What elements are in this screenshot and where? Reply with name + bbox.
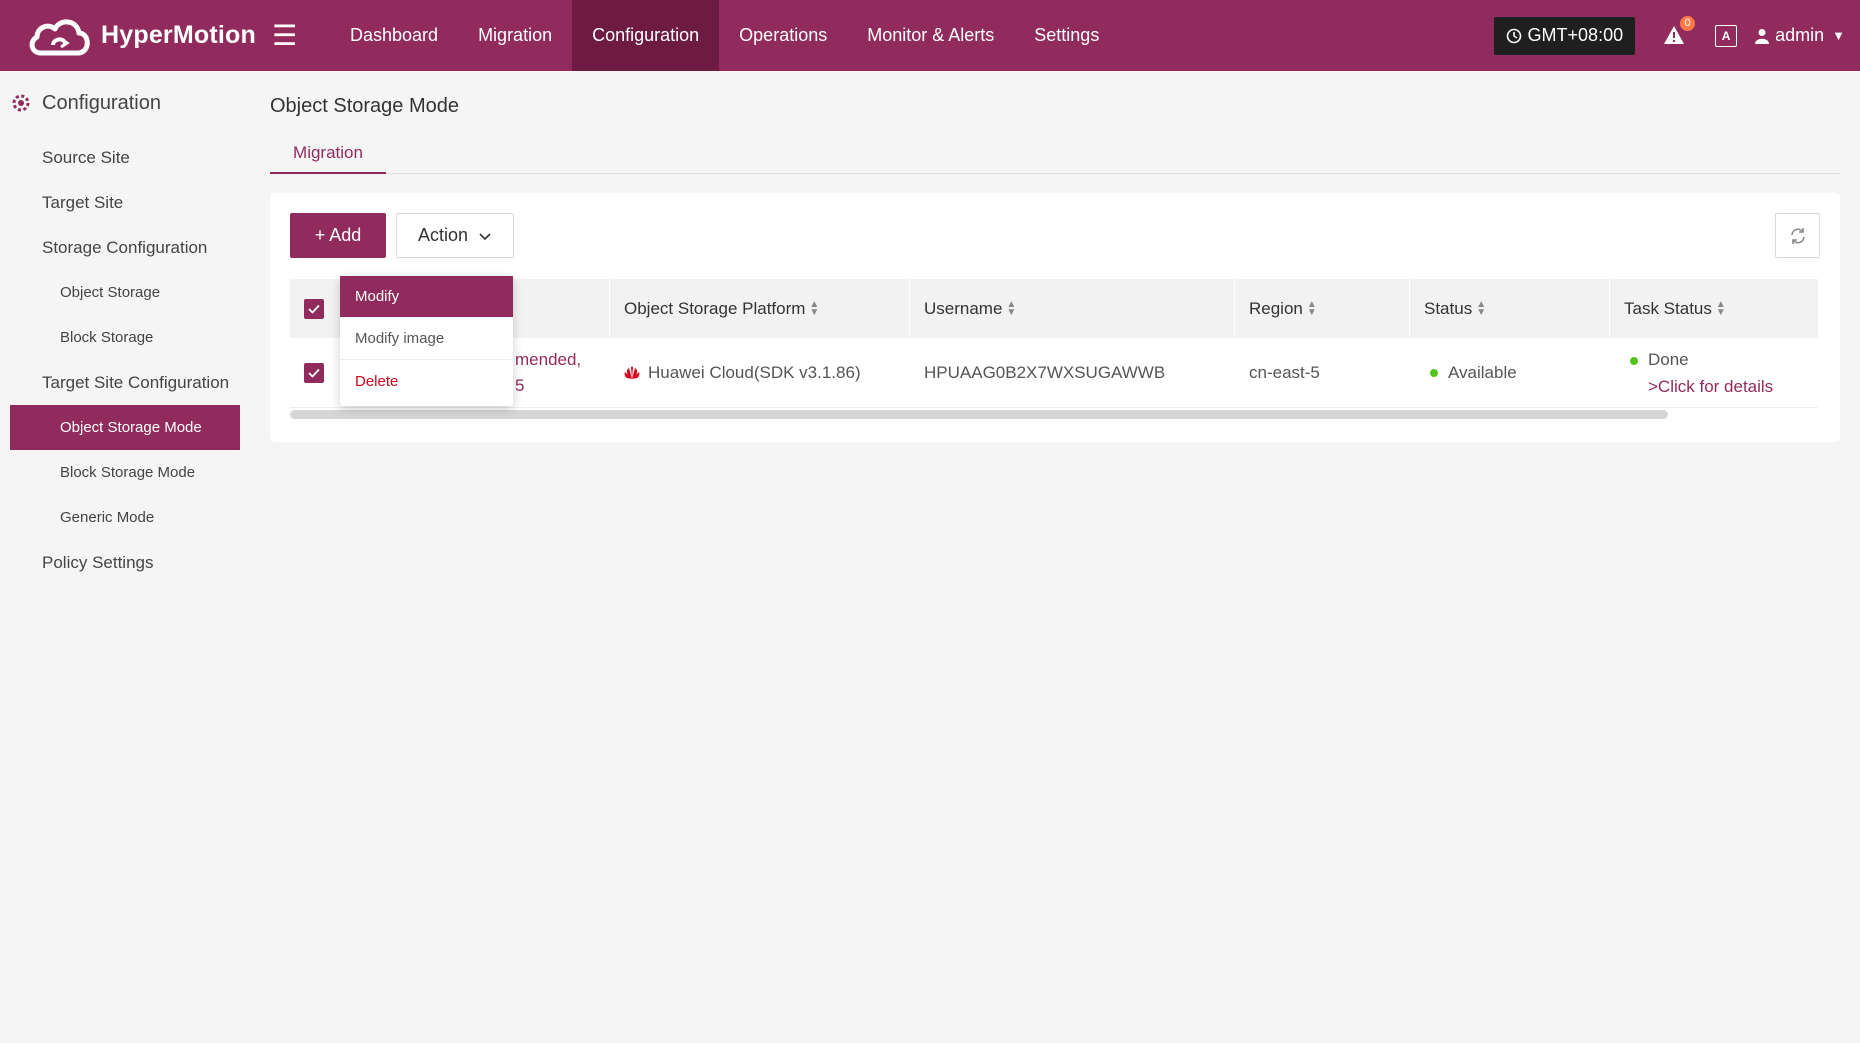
nav-dashboard[interactable]: Dashboard [330,0,458,71]
task-details-link[interactable]: >Click for details [1648,373,1773,400]
sort-icon: ▲ ▼ [809,298,820,318]
sidebar-item-object-storage[interactable]: Object Storage [0,270,240,315]
tab-bar: Migration [270,137,1840,174]
th-username-label: Username [924,298,1003,318]
sort-icon: ▲ ▼ [1715,298,1726,318]
sidebar-item-generic-mode[interactable]: Generic Mode [0,495,240,540]
row-checkbox-cell [304,362,324,383]
task-status-dot [1630,356,1638,365]
nav-migration[interactable]: Migration [458,0,572,71]
th-task-status-label: Task Status [1624,298,1712,318]
select-all-checkbox-cell [304,298,324,319]
th-status-label: Status [1424,298,1473,318]
nav-operations[interactable]: Operations [719,0,847,71]
table-header: Object Storage Platform ▲ ▼ Username ▲ ▼ R… [290,279,1818,338]
tab-migration[interactable]: Migration [270,137,386,174]
menu-item-delete[interactable]: Delete [340,360,513,402]
column-separator [1234,279,1235,338]
sidebar-item-policy-settings[interactable]: Policy Settings [0,540,240,585]
storage-table: Object Storage Platform ▲ ▼ Username ▲ ▼ R… [290,279,1818,419]
sidebar-item-target-site-configuration[interactable]: Target Site Configuration [0,360,240,405]
sidebar-item-storage-configuration[interactable]: Storage Configuration [0,225,240,270]
table-row[interactable]: mended, 5 Huawei Cloud(SDK v3.1.86) HPUA… [290,338,1818,408]
sidebar-item-block-storage[interactable]: Block Storage [0,315,240,360]
sidebar-item-object-storage-mode[interactable]: Object Storage Mode [10,405,240,450]
nav-settings[interactable]: Settings [1014,0,1119,71]
main-nav: Dashboard Migration Configuration Operat… [330,0,1119,71]
task-status-done: Done [1630,346,1689,373]
row-checkbox[interactable] [304,362,324,383]
column-separator [609,279,610,338]
sort-icon: ▲ ▼ [1476,298,1487,318]
row-task-status: Done >Click for details [1630,346,1773,400]
horizontal-scrollbar[interactable] [290,410,1668,419]
row-name-line1: mended, [515,349,582,369]
top-right-tools: GMT+08:00 0 A admin ▼ [1493,0,1860,71]
check-icon [308,368,320,378]
sort-icon: ▲ ▼ [1306,298,1317,318]
select-all-checkbox[interactable] [304,298,324,319]
status-dot [1430,368,1438,377]
sidebar-item-block-storage-mode[interactable]: Block Storage Mode [0,450,240,495]
refresh-button[interactable] [1775,213,1820,258]
action-button[interactable]: Action [396,213,514,258]
row-status-label: Available [1448,362,1517,382]
menu-item-modify[interactable]: Modify [340,276,513,318]
user-icon [1755,28,1770,44]
top-nav-bar: HyperMotion ☰ Dashboard Migration Config… [0,0,1860,71]
row-name-line2: 5 [515,375,525,395]
row-platform: Huawei Cloud(SDK v3.1.86) [624,363,861,383]
sort-icon: ▲ ▼ [1006,298,1017,318]
check-icon [308,304,320,314]
th-region[interactable]: Region ▲ ▼ [1249,299,1317,319]
row-platform-label: Huawei Cloud(SDK v3.1.86) [648,362,861,382]
chevron-down-icon [479,232,491,240]
column-separator [1409,279,1410,338]
menu-item-modify-image[interactable]: Modify image [340,318,513,360]
alerts-button[interactable]: 0 [1663,15,1696,48]
th-platform-label: Object Storage Platform [624,298,806,318]
column-separator [1609,279,1610,338]
th-task-status[interactable]: Task Status ▲ ▼ [1624,299,1726,319]
column-separator [909,279,910,338]
sidebar: Configuration Source Site Target Site St… [0,71,240,1043]
th-region-label: Region [1249,298,1303,318]
action-button-label: Action [417,225,469,245]
nav-configuration[interactable]: Configuration [572,0,720,71]
page-title: Object Storage Mode [270,95,459,117]
row-username: HPUAAG0B2X7WXSUGAWWB [924,362,1166,382]
nav-monitor-alerts[interactable]: Monitor & Alerts [847,0,1014,71]
app-name: HyperMotion [101,21,256,49]
clock-icon [1506,28,1521,43]
username-label: admin [1775,25,1825,45]
task-status-label: Done [1648,349,1689,369]
cloud-logo-icon [29,19,90,55]
row-status: Available [1430,363,1517,383]
sidebar-heading-label: Configuration [42,91,161,114]
sidebar-item-target-site[interactable]: Target Site [0,180,240,225]
th-platform[interactable]: Object Storage Platform ▲ ▼ [624,299,819,319]
th-username[interactable]: Username ▲ ▼ [924,299,1016,319]
gear-settings-icon [12,94,30,112]
timezone-display[interactable]: GMT+08:00 [1493,16,1636,55]
caret-down-icon: ▼ [1832,28,1845,43]
th-status[interactable]: Status ▲ ▼ [1424,299,1486,319]
timezone-label: GMT+08:00 [1527,25,1624,45]
user-menu[interactable]: admin ▼ [1755,25,1845,46]
language-icon[interactable]: A [1715,24,1738,47]
huawei-logo-icon [624,366,640,379]
sidebar-item-source-site[interactable]: Source Site [0,135,240,180]
row-region: cn-east-5 [1249,362,1320,382]
alert-count-badge: 0 [1680,15,1696,31]
refresh-icon [1790,227,1805,244]
app-logo[interactable]: HyperMotion [27,11,257,61]
sidebar-heading: Configuration [0,71,240,135]
row-name-link[interactable]: mended, 5 [515,347,581,399]
action-dropdown-menu: Modify Modify image Delete [340,276,513,406]
menu-toggle-icon[interactable]: ☰ [272,19,322,52]
add-button[interactable]: + Add [290,213,386,258]
